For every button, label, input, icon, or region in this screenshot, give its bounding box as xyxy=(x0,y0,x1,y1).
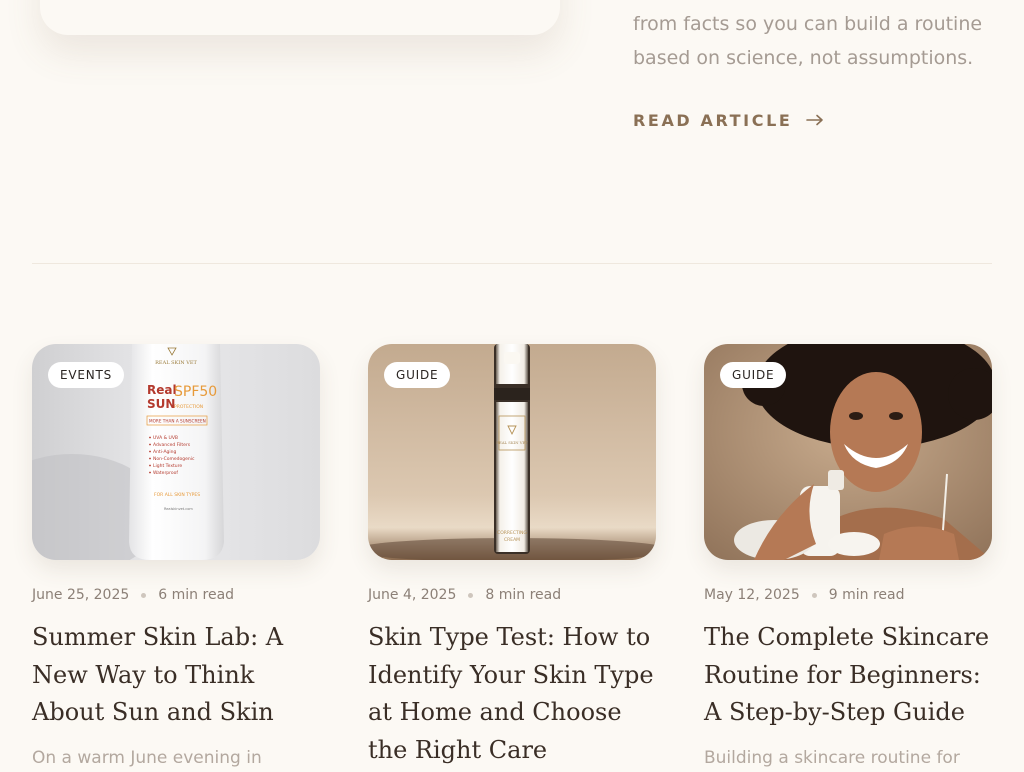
article-read-time: 8 min read xyxy=(485,587,562,603)
image-brand-text: REAL SKIN VET xyxy=(496,440,528,445)
article-meta: June 25, 2025 6 min read xyxy=(32,585,320,605)
category-badge[interactable]: GUIDE xyxy=(384,362,451,388)
image-feature-text: UVA & UVB xyxy=(153,435,178,441)
arrow-right-icon xyxy=(806,114,824,126)
separator-dot xyxy=(141,592,147,598)
article-date: June 25, 2025 xyxy=(32,587,130,603)
separator-dot xyxy=(468,592,474,598)
separator-dot xyxy=(811,592,817,598)
article-meta: May 12, 2025 9 min read xyxy=(704,585,992,605)
featured-article-excerpt: from facts so you can build a routine ba… xyxy=(633,7,1003,75)
article-title[interactable]: Skin Type Test: How to Identify Your Ski… xyxy=(368,619,656,769)
image-product-line1: CORRECTING xyxy=(497,530,527,536)
image-skin-types-text: FOR ALL SKIN TYPES xyxy=(154,492,200,498)
image-feature-text: Waterproof xyxy=(153,470,178,476)
article-meta: June 4, 2025 8 min read xyxy=(368,585,656,605)
image-spf-text: SPF50 xyxy=(174,384,217,400)
image-brand-text: REAL SKIN VET xyxy=(155,360,197,366)
article-card-skincare-routine[interactable]: GUIDE May 12, 2025 9 min read The Comple… xyxy=(704,344,992,772)
image-feature-text: Advanced Filters xyxy=(153,442,191,448)
image-product-line1: Real xyxy=(147,383,177,397)
image-product-line2: SUN xyxy=(147,397,175,411)
article-card-skin-type-test[interactable]: REAL SKIN VET CORRECTING CREAM GUIDE Jun… xyxy=(368,344,656,769)
image-website-text: Realskinvet.com xyxy=(164,507,193,511)
image-protection-text: PROTECTION xyxy=(174,404,203,410)
article-thumbnail[interactable]: REAL SKIN VET CORRECTING CREAM GUIDE xyxy=(368,344,656,560)
category-badge[interactable]: GUIDE xyxy=(720,362,787,388)
article-title[interactable]: Summer Skin Lab: A New Way to Think Abou… xyxy=(32,619,320,732)
article-card-summer-skin-lab[interactable]: REAL SKIN VET Real SUN SPF50 PROTECTION … xyxy=(32,344,320,772)
category-badge[interactable]: EVENTS xyxy=(48,362,125,388)
image-feature-text: Light Texture xyxy=(153,463,182,469)
read-article-label: READ ARTICLE xyxy=(633,110,793,130)
article-title[interactable]: The Complete Skincare Routine for Beginn… xyxy=(704,619,992,732)
article-excerpt: Building a skincare routine for xyxy=(704,747,960,768)
image-product-line2: CREAM xyxy=(504,537,520,543)
article-date: June 4, 2025 xyxy=(368,587,457,603)
image-tagline-text: MORE THAN A SUNSCREEN xyxy=(149,419,206,424)
article-date: May 12, 2025 xyxy=(704,587,800,603)
excerpt-line: from facts so you can build a routine xyxy=(633,13,983,35)
article-thumbnail[interactable]: REAL SKIN VET Real SUN SPF50 PROTECTION … xyxy=(32,344,320,560)
featured-article-image[interactable] xyxy=(40,0,560,35)
article-read-time: 9 min read xyxy=(828,587,905,603)
article-excerpt: On a warm June evening in xyxy=(32,747,262,768)
image-feature-text: Anti-Aging xyxy=(153,449,177,455)
excerpt-line: based on science, not assumptions. xyxy=(633,47,974,69)
article-thumbnail[interactable]: GUIDE xyxy=(704,344,992,560)
article-read-time: 6 min read xyxy=(158,587,235,603)
read-article-link[interactable]: READ ARTICLE xyxy=(633,108,824,132)
section-divider xyxy=(32,263,992,264)
image-feature-text: Non-Comedogenic xyxy=(153,456,195,462)
